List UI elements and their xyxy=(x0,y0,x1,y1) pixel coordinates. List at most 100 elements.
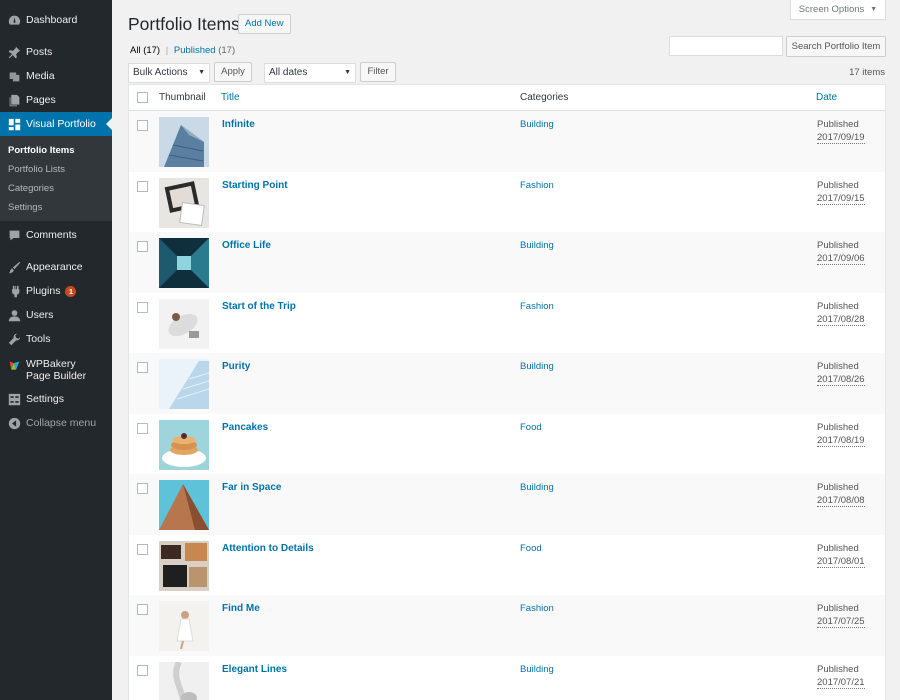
submenu-portfolio-lists[interactable]: Portfolio Lists xyxy=(0,160,112,179)
column-header-date[interactable]: Date xyxy=(816,92,837,103)
filter-all-link[interactable]: All (17) xyxy=(130,45,160,56)
row-checkbox[interactable] xyxy=(137,422,148,434)
row-title-link[interactable]: Find Me xyxy=(222,603,260,614)
sidebar-item-visual-portfolio[interactable]: Visual Portfolio xyxy=(0,112,112,136)
filter-published-link[interactable]: Published (17) xyxy=(174,45,235,56)
row-checkbox[interactable] xyxy=(137,543,148,555)
row-checkbox[interactable] xyxy=(137,604,148,615)
sidebar-item-dashboard[interactable]: Dashboard xyxy=(0,8,112,32)
table-row: Far in Space Building Published 2017/08/… xyxy=(129,474,885,535)
row-status: Published xyxy=(817,300,859,312)
bulk-actions-value: Bulk Actions xyxy=(133,67,188,78)
search-portfolio-button[interactable]: Search Portfolio Item xyxy=(786,36,886,57)
row-thumbnail[interactable] xyxy=(159,298,209,349)
row-date: 2017/08/19 xyxy=(817,434,865,447)
sidebar-item-posts[interactable]: Posts xyxy=(0,40,112,64)
column-header-title[interactable]: Title xyxy=(221,92,240,103)
row-category-link[interactable]: Building xyxy=(520,361,554,372)
submenu-categories[interactable]: Categories xyxy=(0,179,112,198)
sidebar-item-appearance[interactable]: Appearance xyxy=(0,255,112,279)
row-status: Published xyxy=(817,663,859,675)
row-category-link[interactable]: Building xyxy=(520,482,554,493)
sidebar-item-wpbakery[interactable]: WPBakery Page Builder xyxy=(0,351,112,387)
sidebar-item-pages[interactable]: Pages xyxy=(0,88,112,112)
row-checkbox[interactable] xyxy=(137,483,148,494)
grid-icon xyxy=(7,117,21,131)
search-input[interactable] xyxy=(669,36,783,56)
column-header-thumbnail: Thumbnail xyxy=(159,92,206,103)
submenu-portfolio-items[interactable]: Portfolio Items xyxy=(0,141,112,160)
row-checkbox[interactable] xyxy=(137,180,148,192)
table-row: Office Life Building Published 2017/09/0… xyxy=(129,232,885,293)
row-status: Published xyxy=(817,482,859,493)
screen-options-toggle[interactable]: Screen Options ▼ xyxy=(790,0,886,20)
sidebar-item-plugins[interactable]: Plugins 1 xyxy=(0,279,112,303)
row-title-link[interactable]: Office Life xyxy=(222,240,271,251)
row-status: Published xyxy=(817,240,859,251)
sidebar-item-media[interactable]: Media xyxy=(0,64,112,88)
sidebar-item-comments[interactable]: Comments xyxy=(0,223,112,247)
row-title-link[interactable]: Attention to Details xyxy=(222,543,314,554)
add-new-button[interactable]: Add New xyxy=(238,14,291,34)
row-thumbnail[interactable] xyxy=(159,359,209,409)
table-row: Pancakes Food Published 2017/08/19 xyxy=(129,414,885,475)
row-title-link[interactable]: Elegant Lines xyxy=(222,664,287,675)
row-status: Published xyxy=(817,361,859,372)
dates-select[interactable]: All dates ▼ xyxy=(264,63,356,83)
submenu-settings[interactable]: Settings xyxy=(0,198,112,217)
row-thumbnail[interactable] xyxy=(159,480,209,530)
row-category-link[interactable]: Fashion xyxy=(520,603,554,614)
row-status: Published xyxy=(817,119,859,130)
row-thumbnail[interactable] xyxy=(159,419,209,470)
row-thumbnail[interactable] xyxy=(159,238,209,288)
filter-published-label: Published xyxy=(173,45,216,56)
row-title-link[interactable]: Pancakes xyxy=(222,422,268,433)
row-category-link[interactable]: Food xyxy=(520,543,542,554)
row-category-link[interactable]: Building xyxy=(520,664,554,675)
row-date: 2017/08/01 xyxy=(817,555,865,568)
row-checkbox[interactable] xyxy=(137,301,148,313)
sidebar-item-label: Collapse menu xyxy=(26,417,97,429)
row-title-link[interactable]: Far in Space xyxy=(222,482,281,493)
filter-button[interactable]: Filter xyxy=(360,62,396,82)
sidebar-item-label: Media xyxy=(26,70,55,82)
row-category-link[interactable]: Fashion xyxy=(520,301,554,312)
row-title-link[interactable]: Start of the Trip xyxy=(222,301,296,312)
row-thumbnail[interactable] xyxy=(159,601,209,651)
row-checkbox[interactable] xyxy=(137,664,148,676)
row-thumbnail[interactable] xyxy=(159,540,209,591)
filter-separator: | xyxy=(165,45,169,56)
row-category-link[interactable]: Food xyxy=(520,422,542,433)
row-checkbox[interactable] xyxy=(137,241,148,252)
bulk-actions-select[interactable]: Bulk Actions ▼ xyxy=(128,63,210,83)
row-thumbnail[interactable] xyxy=(159,661,209,700)
table-row: Starting Point Fashion Published 2017/09… xyxy=(129,172,885,233)
page-title: Portfolio Items xyxy=(128,14,240,34)
main-content: Screen Options ▼ Portfolio Items Add New… xyxy=(112,0,900,700)
row-title-link[interactable]: Infinite xyxy=(222,119,255,130)
sidebar-item-tools[interactable]: Tools xyxy=(0,327,112,351)
row-date: 2017/07/21 xyxy=(817,676,865,689)
row-title-link[interactable]: Purity xyxy=(222,361,250,372)
select-all-checkbox[interactable] xyxy=(137,92,148,103)
row-checkbox[interactable] xyxy=(137,120,148,131)
row-category-link[interactable]: Fashion xyxy=(520,180,554,191)
pages-icon xyxy=(7,93,21,107)
row-title-link[interactable]: Starting Point xyxy=(222,180,288,191)
row-checkbox[interactable] xyxy=(137,362,148,373)
sidebar-item-settings[interactable]: Settings xyxy=(0,387,112,411)
sidebar-item-label: Comments xyxy=(26,229,77,241)
caret-down-icon: ▼ xyxy=(344,69,351,76)
sidebar-item-label: Plugins xyxy=(26,285,61,297)
portfolio-items-table: Thumbnail Title Categories Date Infinite… xyxy=(128,84,886,700)
row-thumbnail[interactable] xyxy=(159,177,209,228)
portfolio-submenu: Portfolio Items Portfolio Lists Categori… xyxy=(0,136,112,221)
column-header-categories: Categories xyxy=(520,92,569,103)
row-thumbnail[interactable] xyxy=(159,117,209,167)
row-category-link[interactable]: Building xyxy=(520,119,554,130)
row-category-link[interactable]: Building xyxy=(520,240,554,251)
sidebar-item-users[interactable]: Users xyxy=(0,303,112,327)
apply-button[interactable]: Apply xyxy=(214,62,252,82)
collapse-menu-button[interactable]: Collapse menu xyxy=(0,411,112,435)
row-date: 2017/07/25 xyxy=(817,616,865,628)
